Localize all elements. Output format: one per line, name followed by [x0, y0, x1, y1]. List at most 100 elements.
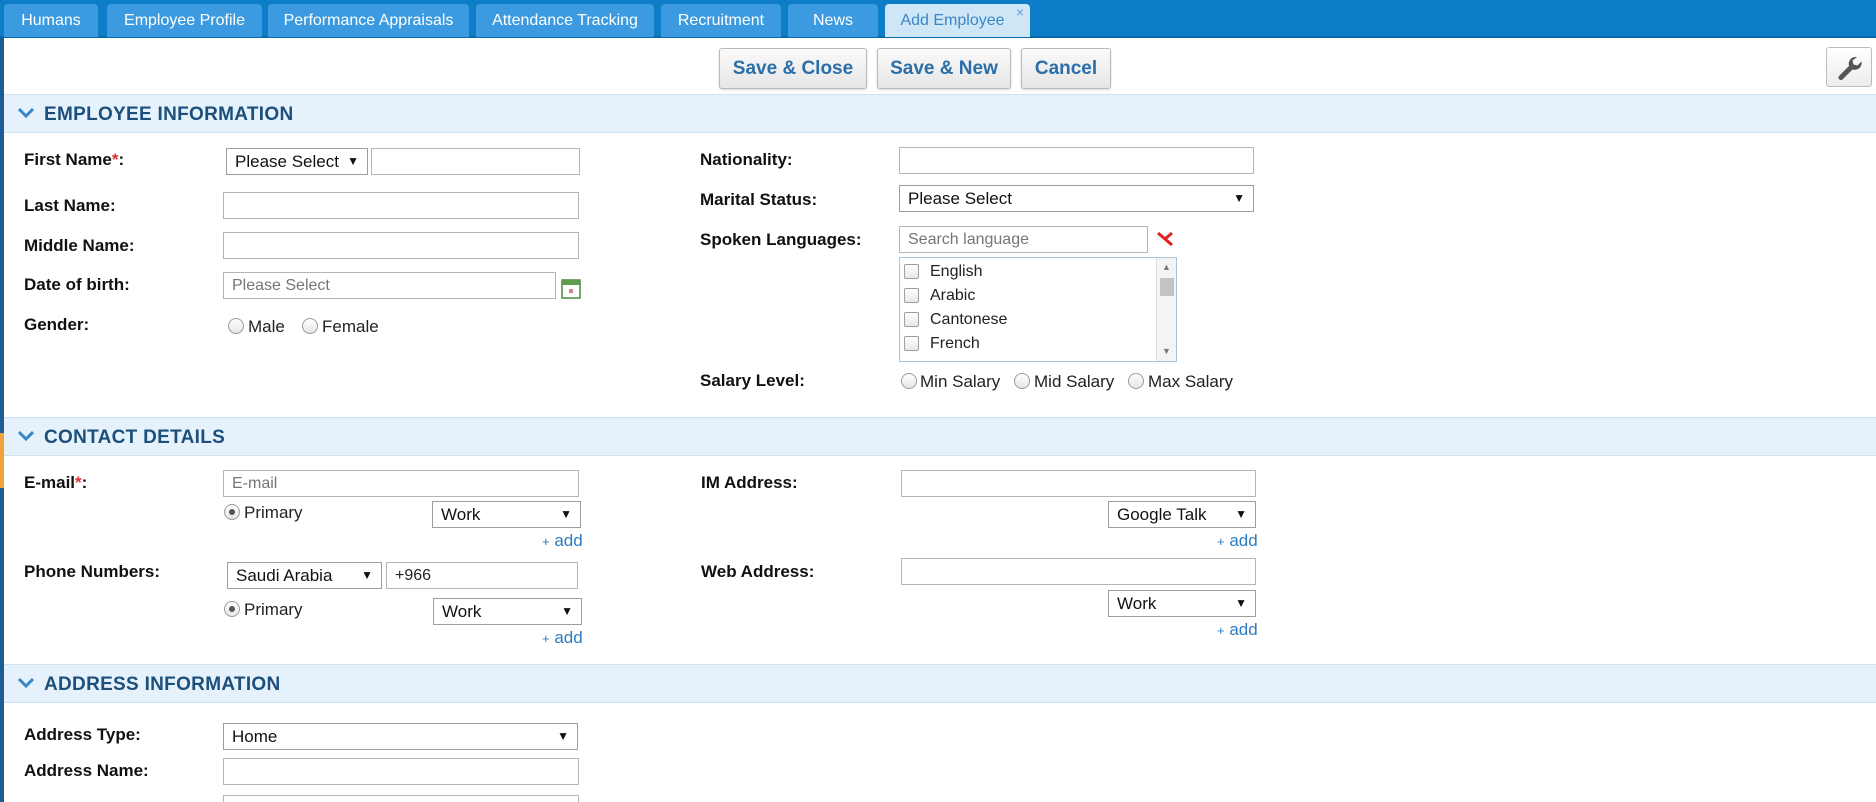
tab-news[interactable]: News — [788, 4, 878, 37]
add-im-link[interactable]: + add — [1217, 531, 1258, 551]
gender-female-radio[interactable] — [302, 318, 318, 334]
scroll-thumb[interactable] — [1160, 278, 1174, 296]
tab-label: Performance Appraisals — [283, 12, 454, 29]
chevron-down-icon — [18, 677, 34, 689]
language-text: Arabic — [930, 287, 976, 304]
email-type-select[interactable]: Work ▼ — [432, 501, 581, 528]
email-primary-radio[interactable] — [224, 504, 240, 520]
salary-max-radio[interactable] — [1128, 373, 1144, 389]
address-name-input[interactable] — [223, 758, 579, 785]
section-contact-details[interactable]: CONTACT DETAILS — [4, 417, 1876, 456]
dob-label: Date of birth: — [24, 275, 130, 294]
chevron-down-icon — [18, 430, 34, 442]
salary-mid-radio[interactable] — [1014, 373, 1030, 389]
language-checkbox[interactable] — [904, 336, 919, 351]
list-item[interactable]: French — [900, 332, 1155, 356]
phone-country-select[interactable]: Saudi Arabia ▼ — [227, 562, 382, 589]
section-title: EMPLOYEE INFORMATION — [44, 104, 294, 125]
name-title-select[interactable]: Please Select ▼ — [226, 148, 368, 175]
salary-min-radio[interactable] — [901, 373, 917, 389]
phone-numbers-label: Phone Numbers: — [24, 562, 161, 581]
language-list-scrollbar[interactable]: ▲ ▼ — [1156, 258, 1176, 361]
cancel-button[interactable]: Cancel — [1021, 48, 1111, 89]
email-input[interactable] — [223, 470, 579, 497]
spoken-languages-label: Spoken Languages: — [700, 230, 862, 249]
dob-input[interactable] — [223, 272, 556, 299]
phone-type-select[interactable]: Work ▼ — [433, 598, 582, 625]
list-item[interactable]: English — [900, 260, 1155, 284]
im-type-select[interactable]: Google Talk ▼ — [1108, 501, 1256, 528]
salary-min-text: Min Salary — [920, 372, 1001, 391]
address-type-select[interactable]: Home ▼ — [223, 723, 578, 750]
language-checkbox[interactable] — [904, 264, 919, 279]
list-item[interactable]: Arabic — [900, 284, 1155, 308]
gender-label: Gender: — [24, 315, 90, 334]
settings-wrench-button[interactable] — [1826, 47, 1872, 87]
section-title: CONTACT DETAILS — [44, 427, 226, 448]
marital-status-select[interactable]: Please Select ▼ — [899, 185, 1254, 212]
first-name-label: First Name*: — [24, 150, 125, 169]
phone-primary-text: Primary — [244, 600, 303, 619]
plus-icon: + — [1217, 623, 1225, 638]
calendar-icon[interactable] — [561, 278, 581, 299]
save-new-button[interactable]: Save & New — [877, 48, 1011, 89]
gender-male-text: Male — [248, 317, 285, 336]
close-icon[interactable]: × — [1016, 2, 1024, 22]
section-address-information[interactable]: ADDRESS INFORMATION — [4, 664, 1876, 703]
language-checkbox[interactable] — [904, 312, 919, 327]
salary-max-text: Max Salary — [1148, 372, 1234, 391]
middle-name-label: Middle Name: — [24, 236, 135, 255]
web-type-select[interactable]: Work ▼ — [1108, 590, 1256, 617]
form-toolbar: Save & Close Save & New Cancel — [4, 40, 1876, 95]
phone-primary-radio[interactable] — [224, 601, 240, 617]
gender-male-radio[interactable] — [228, 318, 244, 334]
plus-icon: + — [1217, 534, 1225, 549]
language-text: English — [930, 263, 983, 280]
nationality-input[interactable] — [899, 147, 1254, 174]
tab-humans[interactable]: Humans — [4, 4, 98, 37]
tab-attendance-tracking[interactable]: Attendance Tracking — [476, 4, 654, 37]
address-line-input[interactable] — [223, 795, 579, 802]
dropdown-arrow-icon: ▼ — [561, 604, 573, 618]
middle-name-input[interactable] — [223, 232, 579, 259]
section-employee-information[interactable]: EMPLOYEE INFORMATION — [4, 94, 1876, 133]
web-address-input[interactable] — [901, 558, 1256, 585]
language-checkbox[interactable] — [904, 288, 919, 303]
address-type-label: Address Type: — [24, 725, 141, 744]
module-tab-bar: Humans Employee Profile Performance Appr… — [0, 0, 1876, 38]
tab-label: Humans — [21, 12, 81, 29]
first-name-input[interactable] — [371, 148, 580, 175]
address-name-label: Address Name: — [24, 761, 149, 780]
save-close-button[interactable]: Save & Close — [719, 48, 867, 89]
dropdown-arrow-icon: ▼ — [560, 507, 572, 521]
add-email-link[interactable]: + add — [542, 531, 583, 551]
scroll-up-icon[interactable]: ▲ — [1162, 262, 1171, 272]
last-name-input[interactable] — [223, 192, 579, 219]
marital-status-label: Marital Status: — [700, 190, 818, 209]
dropdown-arrow-icon: ▼ — [347, 154, 359, 168]
tab-performance-appraisals[interactable]: Performance Appraisals — [268, 4, 469, 37]
scroll-down-icon[interactable]: ▼ — [1162, 346, 1171, 356]
chevron-down-icon — [18, 107, 34, 119]
language-search-input[interactable] — [899, 226, 1148, 253]
language-text: French — [930, 335, 980, 352]
plus-icon: + — [542, 534, 550, 549]
tab-employee-profile[interactable]: Employee Profile — [107, 4, 262, 37]
im-address-input[interactable] — [901, 470, 1256, 497]
tab-label: Recruitment — [677, 12, 765, 29]
section-title: ADDRESS INFORMATION — [44, 674, 281, 695]
clear-search-icon[interactable] — [1156, 231, 1174, 247]
tab-label: Attendance Tracking — [492, 12, 638, 29]
salary-level-label: Salary Level: — [700, 371, 805, 390]
tab-add-employee[interactable]: Add Employee × — [885, 4, 1030, 37]
list-item[interactable]: Cantonese — [900, 308, 1155, 332]
last-name-label: Last Name: — [24, 196, 116, 215]
plus-icon: + — [542, 631, 550, 646]
language-list: English Arabic Cantonese French ▲ ▼ — [899, 257, 1177, 362]
add-web-link[interactable]: + add — [1217, 620, 1258, 640]
tab-recruitment[interactable]: Recruitment — [661, 4, 781, 37]
phone-number-input[interactable] — [386, 562, 578, 589]
dropdown-arrow-icon: ▼ — [557, 729, 569, 743]
dropdown-arrow-icon: ▼ — [1235, 507, 1247, 521]
add-phone-link[interactable]: + add — [542, 628, 583, 648]
